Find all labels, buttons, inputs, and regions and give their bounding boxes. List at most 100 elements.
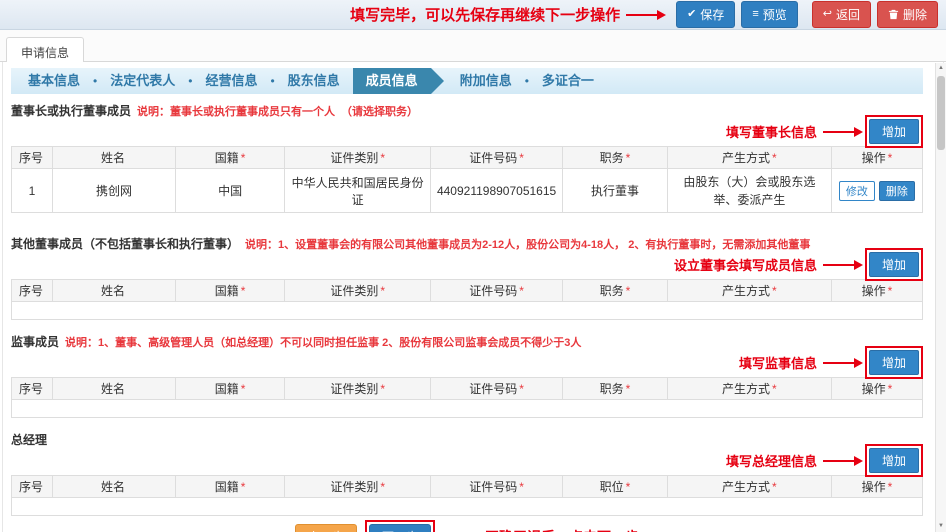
col-name: 姓名 (52, 147, 175, 169)
arrow-right-icon (823, 131, 855, 133)
delete-row-button[interactable]: 删除 (879, 181, 915, 201)
add-director-button[interactable]: 增加 (869, 252, 919, 277)
header-label: 职务 (600, 284, 624, 298)
header-label: 证件类别 (330, 284, 378, 298)
col-name: 姓名 (52, 280, 175, 302)
app-window: 填写完毕，可以先保存再继续下一步操作 ✔ 保存 ≡ 预览 ↩ 返回 删除 申请信… (0, 0, 946, 532)
col-duty: 职务* (563, 147, 668, 169)
header-label: 证件号码 (469, 382, 517, 396)
empty-cell (12, 498, 923, 516)
scroll-down-icon[interactable]: ▼ (936, 521, 946, 532)
required-asterisk: * (519, 284, 524, 298)
header-label: 国籍 (215, 151, 239, 165)
list-icon: ≡ (752, 9, 758, 20)
col-seq: 序号 (12, 476, 53, 498)
col-cert-type: 证件类别* (285, 147, 431, 169)
delete-button[interactable]: 删除 (877, 1, 938, 28)
annotation-text: 填写董事长信息 (726, 122, 817, 141)
edit-button[interactable]: 修改 (839, 181, 875, 201)
scrollbar-thumb[interactable] (937, 76, 945, 150)
annotation-text: 填写完毕，可以先保存再继续下一步操作 (350, 4, 620, 25)
header-label: 国籍 (215, 382, 239, 396)
required-asterisk: * (519, 480, 524, 494)
header-label: 国籍 (215, 480, 239, 494)
step-multi-cert[interactable]: 多证合一 (529, 68, 607, 94)
empty-cell (12, 302, 923, 320)
back-button[interactable]: ↩ 返回 (812, 1, 871, 28)
section-action-row: 填写监事信息 增加 (11, 348, 923, 377)
header-label: 序号 (19, 151, 43, 165)
required-asterisk: * (241, 382, 246, 396)
header-label: 姓名 (101, 151, 125, 165)
required-asterisk: * (241, 151, 246, 165)
step-basic-info[interactable]: 基本信息 (15, 68, 93, 94)
col-seq: 序号 (12, 147, 53, 169)
required-asterisk: * (888, 382, 893, 396)
section-header: 监事成员 说明：1、董事、高级管理人员（如总经理）不可以同时担任监事 2、股份有… (11, 333, 923, 348)
step-additional-info[interactable]: 附加信息 (447, 68, 525, 94)
step-legal-representative[interactable]: 法定代表人 (97, 68, 188, 94)
annotation-highlight-box: 增加 (865, 444, 923, 477)
section-supervisors: 监事成员 说明：1、董事、高级管理人员（如总经理）不可以同时担任监事 2、股份有… (11, 333, 923, 418)
annotation-text: 填写监事信息 (739, 353, 817, 372)
table-header-row: 序号 姓名 国籍* 证件类别* 证件号码* 职务* 产生方式* 操作* (12, 378, 923, 400)
content-panel: 基本信息 • 法定代表人 • 经营信息 • 股东信息 成员信息 附加信息 • 多… (2, 62, 944, 532)
col-cert-type: 证件类别* (285, 280, 431, 302)
preview-button[interactable]: ≡ 预览 (741, 1, 797, 28)
col-seq: 序号 (12, 280, 53, 302)
arrow-right-icon (823, 460, 855, 462)
col-cert-no: 证件号码* (431, 280, 563, 302)
cell-duty: 执行董事 (563, 169, 668, 213)
required-asterisk: * (772, 151, 777, 165)
col-nationality: 国籍* (175, 378, 284, 400)
scroll-up-icon[interactable]: ▲ (936, 63, 946, 74)
col-method: 产生方式* (667, 378, 831, 400)
supervisors-table: 序号 姓名 国籍* 证件类别* 证件号码* 职务* 产生方式* 操作* (11, 377, 923, 418)
save-hint-annotation: 填写完毕，可以先保存再继续下一步操作 (350, 4, 668, 25)
step-business-info[interactable]: 经营信息 (192, 68, 270, 94)
col-cert-no: 证件号码* (431, 378, 563, 400)
step-shareholder-info[interactable]: 股东信息 (275, 68, 353, 94)
empty-cell (12, 400, 923, 418)
col-nationality: 国籍* (175, 280, 284, 302)
section-note: 说明：董事长或执行董事成员只有一个人 (137, 103, 335, 117)
back-button-label: 返回 (836, 6, 860, 23)
prev-step-button[interactable]: 上一步 (295, 524, 357, 532)
step-member-info[interactable]: 成员信息 (353, 68, 431, 94)
cell-actions: 修改删除 (831, 169, 922, 213)
header-label: 操作 (862, 480, 886, 494)
header-label: 序号 (19, 382, 43, 396)
required-asterisk: * (519, 382, 524, 396)
col-cert-type: 证件类别* (285, 476, 431, 498)
annotation-text: 设立董事会填写成员信息 (674, 255, 817, 274)
section-action-row: 填写董事长信息 增加 (11, 117, 923, 146)
general-manager-table: 序号 姓名 国籍* 证件类别* 证件号码* 职位* 产生方式* 操作* (11, 475, 923, 516)
header-label: 姓名 (101, 382, 125, 396)
required-asterisk: * (772, 382, 777, 396)
annotation-highlight-box: 增加 (865, 346, 923, 379)
next-step-button[interactable]: 下一步 (369, 524, 431, 532)
col-name: 姓名 (52, 476, 175, 498)
vertical-scrollbar[interactable]: ▲ ▼ (935, 63, 946, 532)
add-manager-button[interactable]: 增加 (869, 448, 919, 473)
section-chairman: 董事长或执行董事成员 说明：董事长或执行董事成员只有一个人 （请选择职务） 填写… (11, 102, 923, 213)
section-title: 其他董事成员（不包括董事长和执行董事） (11, 235, 239, 250)
cell-cert-no: 440921198907051615 (431, 169, 563, 213)
required-asterisk: * (626, 284, 631, 298)
arrow-right-icon (823, 362, 855, 364)
header-label: 操作 (862, 151, 886, 165)
header-label: 产生方式 (722, 480, 770, 494)
col-actions: 操作* (831, 378, 922, 400)
annotation-highlight-box: 增加 (865, 115, 923, 148)
col-duty: 职务* (563, 280, 668, 302)
header-label: 职位 (600, 480, 624, 494)
toolbar: 填写完毕，可以先保存再继续下一步操作 ✔ 保存 ≡ 预览 ↩ 返回 删除 (0, 0, 946, 30)
section-note: 说明：1、设置董事会的有限公司其他董事成员为2-12人，股份公司为4-18人， … (245, 236, 810, 250)
header-label: 证件类别 (330, 480, 378, 494)
add-chairman-button[interactable]: 增加 (869, 119, 919, 144)
add-supervisor-button[interactable]: 增加 (869, 350, 919, 375)
save-button[interactable]: ✔ 保存 (676, 1, 735, 28)
cell-method: 由股东（大）会或股东选举、委派产生 (667, 169, 831, 213)
col-method: 产生方式* (667, 147, 831, 169)
other-directors-table: 序号 姓名 国籍* 证件类别* 证件号码* 职务* 产生方式* 操作* (11, 279, 923, 320)
